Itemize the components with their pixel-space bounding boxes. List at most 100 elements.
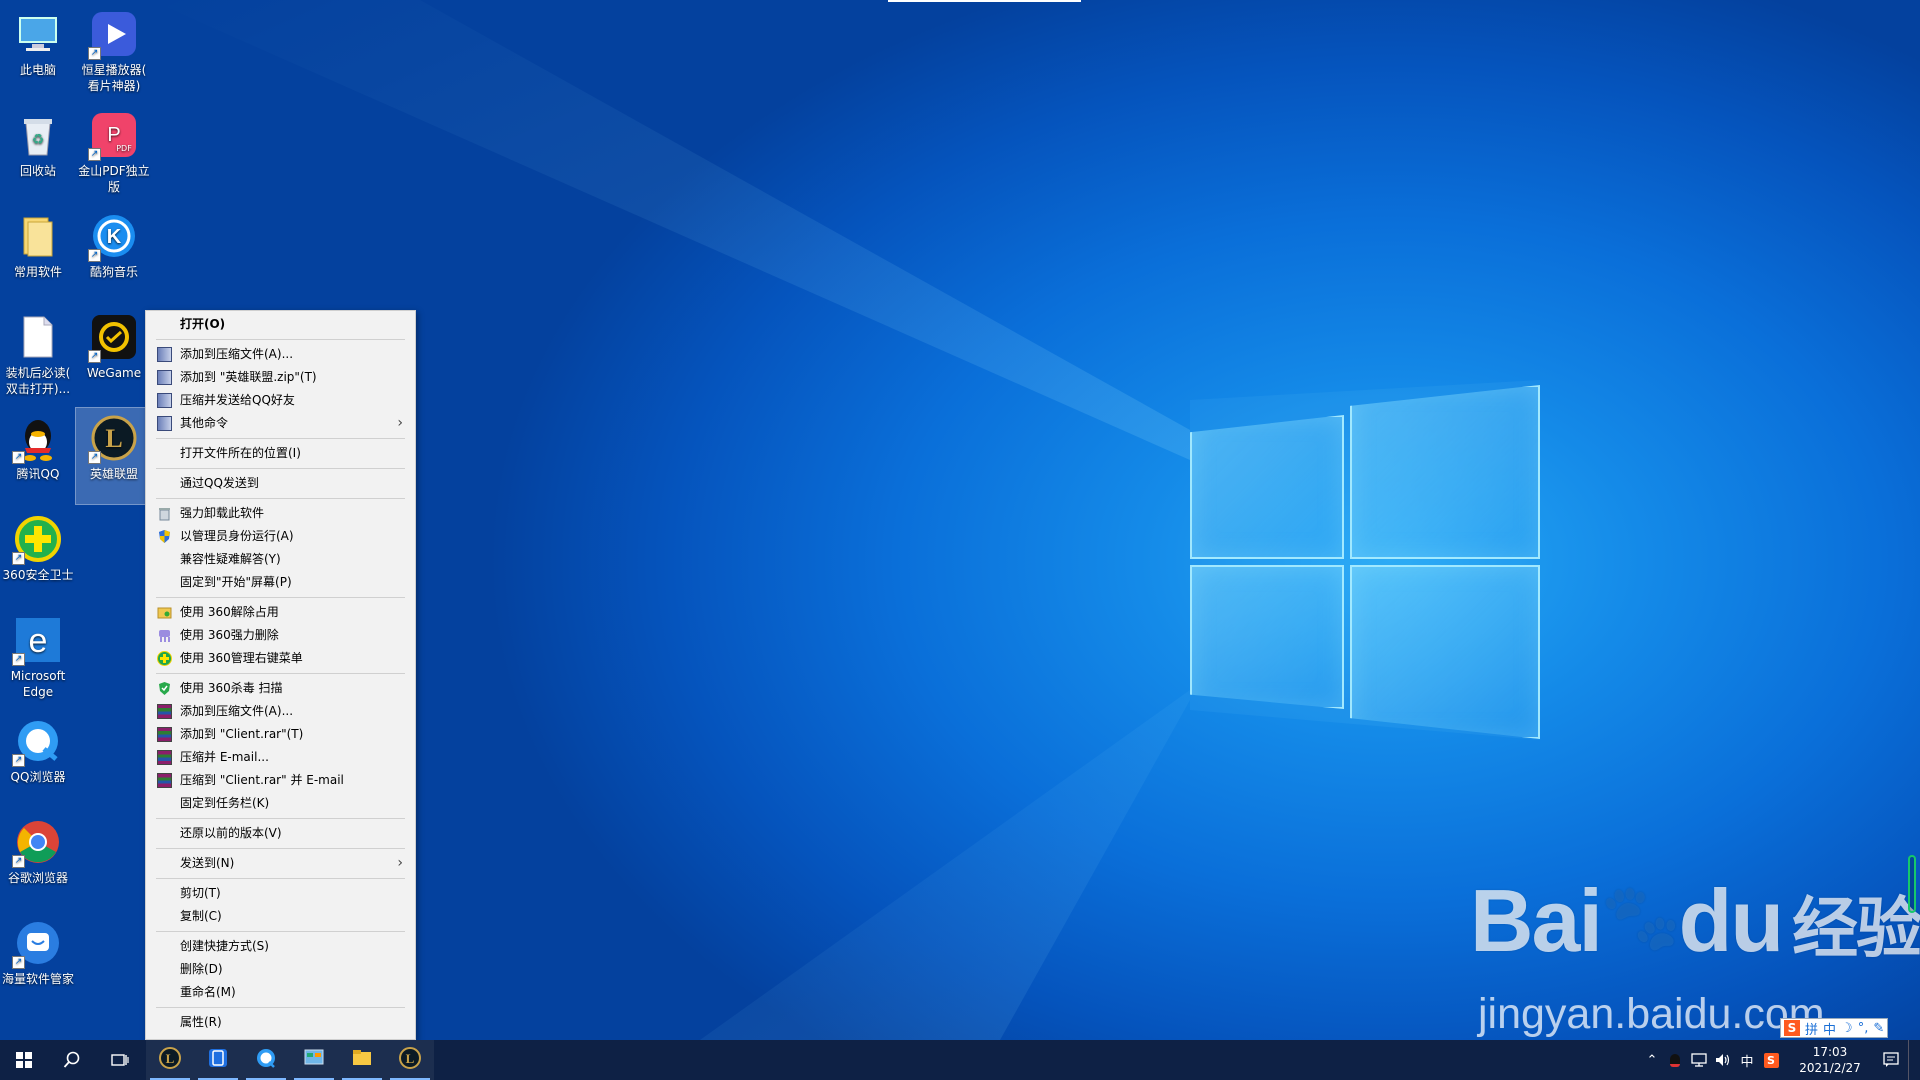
menu-item[interactable]: 创建快捷方式(S) [146, 935, 415, 958]
tray-network-icon[interactable] [1688, 1040, 1710, 1080]
task-view-icon [111, 1054, 129, 1066]
menu-item[interactable]: 使用 360强力删除 [146, 624, 415, 647]
ime-punct[interactable]: °, [1858, 1021, 1869, 1036]
shortcut-arrow-icon: ↗ [12, 451, 25, 464]
tray-sogou[interactable]: S [1760, 1040, 1782, 1080]
menu-item-label: 使用 360管理右键菜单 [180, 651, 303, 665]
task-view-button[interactable] [96, 1040, 144, 1080]
menu-separator [156, 931, 405, 932]
shortcut-arrow-icon: ↗ [12, 653, 25, 666]
chevron-right-icon: › [397, 855, 403, 871]
desktop-icon[interactable]: P PDF ↗ 金山PDF独立版 [76, 105, 152, 201]
desktop-icon-label: 常用软件 [13, 265, 62, 279]
tray-volume-icon[interactable] [1712, 1040, 1734, 1080]
taskbar-app-button[interactable]: L [386, 1040, 434, 1080]
menu-item[interactable]: 删除(D) [146, 958, 415, 981]
document-icon [14, 313, 62, 361]
menu-item-label: 压缩到 "Client.rar" 并 E-mail [180, 773, 344, 787]
desktop-icon[interactable]: ↗ 海量软件管家 [0, 913, 76, 1009]
menu-item[interactable]: 使用 360管理右键菜单 [146, 647, 415, 670]
clock-time: 17:03 [1812, 1045, 1848, 1059]
desktop-icon-label: 英雄联盟 [89, 467, 138, 481]
desktop-icon[interactable]: L ↗ 英雄联盟 [75, 407, 153, 505]
tablet-app-icon [207, 1047, 229, 1073]
menu-item[interactable]: 固定到"开始"屏幕(P) [146, 571, 415, 594]
360-security-icon: ↗ [12, 515, 62, 565]
taskbar-app-button[interactable] [194, 1040, 242, 1080]
desktop-icon[interactable]: ↗ QQ浏览器 [0, 711, 76, 807]
desktop-icon[interactable]: ↗ 360安全卫士 [0, 509, 76, 605]
file-explorer-icon [351, 1047, 373, 1073]
menu-item[interactable]: 添加到压缩文件(A)... [146, 700, 415, 723]
desktop-icon[interactable]: 常用软件 [0, 206, 76, 302]
logo-pane-top-right [1350, 385, 1540, 559]
menu-item[interactable]: 压缩并发送给QQ好友 [146, 389, 415, 412]
menu-item[interactable]: 强力卸载此软件 [146, 502, 415, 525]
menu-item[interactable]: 添加到 "英雄联盟.zip"(T) [146, 366, 415, 389]
menu-item[interactable]: 复制(C) [146, 905, 415, 928]
menu-item[interactable]: 以管理员身份运行(A) [146, 525, 415, 548]
menu-item-label: 属性(R) [180, 1015, 222, 1029]
svg-text:e: e [29, 622, 48, 660]
menu-item[interactable]: 兼容性疑难解答(Y) [146, 548, 415, 571]
menu-item[interactable]: 发送到(N) › [146, 852, 415, 875]
desktop-icon[interactable]: 装机后必读(双击打开)... [0, 307, 76, 403]
context-menu: 打开(O) 添加到压缩文件(A)... 添加到 "英雄联盟.zip"(T) 压缩并发送… [145, 310, 416, 1040]
menu-item[interactable]: 剪切(T) [146, 882, 415, 905]
menu-item[interactable]: 使用 360杀毒 扫描 [146, 677, 415, 700]
ime-toolbar[interactable]: S 拼 中 ☽ °, ✎ [1780, 1018, 1889, 1038]
action-center-button[interactable] [1876, 1040, 1906, 1080]
desktop-icon[interactable]: ↗ WeGame [76, 307, 152, 403]
qq-penguin-icon: ↗ [12, 414, 62, 464]
league-of-legends-icon: L ↗ [88, 414, 138, 464]
winzip-icon [157, 393, 172, 408]
menu-separator [156, 597, 405, 598]
start-button[interactable] [0, 1040, 48, 1080]
tray-overflow-button[interactable]: ⌃ [1642, 1040, 1662, 1080]
desktop-icon[interactable]: 此电脑 [0, 4, 76, 100]
menu-item[interactable]: 属性(R) [146, 1011, 415, 1034]
desktop-icon[interactable]: ↗ 腾讯QQ [0, 408, 76, 504]
taskbar-app-button[interactable]: L [146, 1040, 194, 1080]
menu-item[interactable]: 其他命令 › [146, 412, 415, 435]
taskbar-app-button[interactable] [290, 1040, 338, 1080]
svg-text:PDF: PDF [116, 144, 132, 153]
menu-separator [156, 339, 405, 340]
winrar-icon [157, 750, 172, 765]
taskbar-app-button[interactable] [242, 1040, 290, 1080]
tray-language[interactable]: 中 [1736, 1040, 1758, 1080]
desktop-icon-label: 装机后必读( [5, 366, 71, 380]
menu-item[interactable]: 使用 360解除占用 [146, 601, 415, 624]
search-button[interactable] [48, 1040, 96, 1080]
menu-item[interactable]: 添加到压缩文件(A)... [146, 343, 415, 366]
menu-item-label: 兼容性疑难解答(Y) [180, 552, 281, 566]
control-panel-icon [303, 1047, 325, 1073]
desktop-icon[interactable]: e ↗ Microsoft Edge [0, 610, 76, 706]
menu-item[interactable]: 重命名(M) [146, 981, 415, 1004]
edge-icon: e ↗ [12, 616, 62, 666]
clock-date: 2021/2/27 [1799, 1061, 1861, 1075]
desktop-icon-label: 看片神器) [87, 79, 141, 93]
ime-pinyin[interactable]: 拼 [1805, 1019, 1818, 1038]
desktop-icon[interactable]: ↗ 谷歌浏览器 [0, 812, 76, 908]
menu-item[interactable]: 还原以前的版本(V) [146, 822, 415, 845]
tray-qq-icon[interactable] [1664, 1040, 1686, 1080]
desktop-icon-label: QQ浏览器 [10, 770, 66, 784]
menu-item[interactable]: 通过QQ发送到 [146, 472, 415, 495]
desktop-icon[interactable]: ↗ 恒星播放器(看片神器) [76, 4, 152, 100]
menu-item[interactable]: 压缩到 "Client.rar" 并 E-mail [146, 769, 415, 792]
tray-clock[interactable]: 17:03 2021/2/27 [1782, 1044, 1878, 1076]
menu-item[interactable]: 固定到任务栏(K) [146, 792, 415, 815]
menu-item[interactable]: 添加到 "Client.rar"(T) [146, 723, 415, 746]
menu-item[interactable]: 压缩并 E-mail... [146, 746, 415, 769]
menu-item-label: 强力卸载此软件 [180, 506, 265, 520]
ime-moon-icon[interactable]: ☽ [1841, 1021, 1853, 1036]
desktop-icon[interactable]: ♻ 回收站 [0, 105, 76, 201]
desktop-icon[interactable]: K ↗ 酷狗音乐 [76, 206, 152, 302]
ime-chinese[interactable]: 中 [1823, 1019, 1836, 1038]
taskbar-app-button[interactable] [338, 1040, 386, 1080]
ime-tools-icon[interactable]: ✎ [1873, 1021, 1884, 1036]
menu-item[interactable]: 打开文件所在的位置(I) [146, 442, 415, 465]
menu-item[interactable]: 打开(O) [146, 313, 415, 336]
show-desktop-button[interactable] [1908, 1040, 1920, 1080]
